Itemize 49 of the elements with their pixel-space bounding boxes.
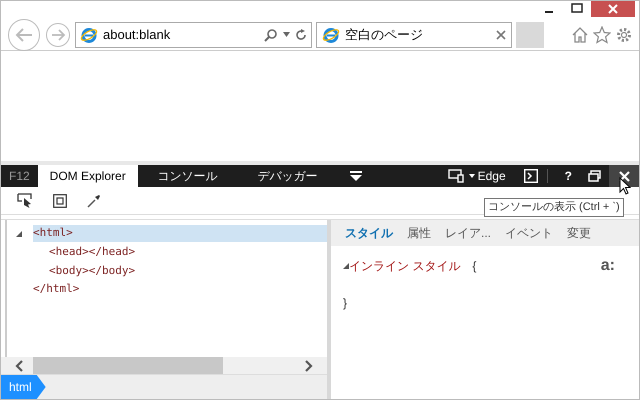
style-tab[interactable]: スタイル bbox=[345, 224, 393, 242]
dom-node[interactable]: <html> bbox=[33, 225, 327, 242]
tab-title: 空白のページ bbox=[345, 26, 424, 44]
dom-node[interactable]: </html> bbox=[33, 281, 80, 300]
eyedropper-icon[interactable] bbox=[87, 194, 101, 208]
console-icon[interactable] bbox=[524, 169, 538, 183]
dom-node[interactable]: <head></head> bbox=[49, 244, 144, 261]
pseudo-state-toggle[interactable]: a: bbox=[600, 254, 615, 278]
close-button[interactable] bbox=[609, 165, 639, 187]
browser-tab[interactable]: 空白のページ bbox=[316, 22, 512, 48]
more-tabs-icon[interactable] bbox=[350, 171, 362, 181]
close-brace: } bbox=[343, 296, 348, 310]
style-tab[interactable]: レイア... bbox=[445, 224, 492, 242]
dom-node[interactable]: <body></body> bbox=[49, 263, 144, 280]
f12-label: F12 bbox=[8, 168, 31, 185]
select-element-icon[interactable] bbox=[17, 192, 33, 208]
expand-triangle-icon[interactable] bbox=[343, 263, 349, 269]
restore-icon[interactable] bbox=[588, 170, 601, 182]
close-icon[interactable] bbox=[591, 1, 635, 17]
style-tab[interactable]: 属性 bbox=[407, 224, 431, 242]
open-brace: { bbox=[472, 258, 476, 275]
horizontal-scrollbar[interactable] bbox=[1, 357, 327, 374]
scroll-right-icon[interactable] bbox=[305, 360, 313, 372]
search-icon[interactable] bbox=[264, 28, 278, 42]
close-tab-icon[interactable] bbox=[496, 30, 506, 40]
address-bar[interactable]: about:blank bbox=[75, 22, 312, 48]
help-button[interactable]: ? bbox=[564, 167, 572, 185]
style-tab[interactable]: イベント bbox=[505, 224, 554, 242]
style-tab[interactable]: 変更 bbox=[567, 224, 592, 242]
style-section-title: インライン スタイル bbox=[349, 258, 460, 275]
address-text: about:blank bbox=[103, 26, 172, 44]
close-icon bbox=[618, 170, 630, 182]
browser-logo-icon bbox=[80, 26, 98, 44]
browser-logo-icon bbox=[322, 26, 340, 44]
refresh-icon[interactable] bbox=[295, 28, 307, 40]
settings-icon[interactable] bbox=[615, 26, 633, 44]
expand-triangle-icon[interactable] bbox=[15, 230, 23, 238]
dropdown-caret-icon[interactable] bbox=[468, 174, 475, 178]
devtools-tab[interactable]: DOM Explorer bbox=[38, 165, 138, 187]
box-model-icon[interactable] bbox=[53, 194, 67, 208]
star-icon[interactable] bbox=[593, 26, 611, 44]
device-icon[interactable] bbox=[448, 169, 466, 183]
devtools-tab[interactable]: コンソール bbox=[138, 165, 238, 187]
tooltip: コンソールの表示 (Ctrl + `) bbox=[484, 198, 624, 216]
devtools-tab[interactable]: デバッガー bbox=[238, 165, 338, 187]
home-icon[interactable] bbox=[571, 26, 589, 44]
emulation-mode[interactable]: Edge bbox=[478, 167, 506, 185]
mouse-cursor-icon bbox=[619, 177, 631, 195]
scroll-left-icon[interactable] bbox=[15, 360, 23, 372]
